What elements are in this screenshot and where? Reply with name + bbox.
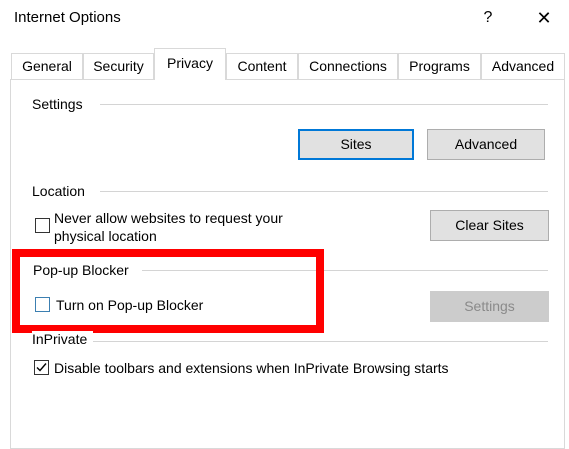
tab-security[interactable]: Security — [83, 53, 154, 79]
sites-button[interactable]: Sites — [298, 129, 414, 160]
close-button[interactable]: ✕ — [528, 4, 560, 32]
tab-general[interactable]: General — [11, 53, 83, 79]
tab-advanced[interactable]: Advanced — [481, 53, 565, 79]
inprivate-divider — [92, 341, 548, 342]
title-bar: Internet Options ? ✕ — [0, 0, 569, 36]
help-button[interactable]: ? — [473, 4, 503, 32]
settings-divider — [100, 104, 548, 105]
clear-sites-button[interactable]: Clear Sites — [430, 210, 549, 241]
never-allow-location-label-line2: physical location — [54, 228, 157, 244]
popup-settings-button[interactable]: Settings — [430, 291, 549, 322]
advanced-button[interactable]: Advanced — [427, 129, 545, 160]
location-header: Location — [32, 183, 91, 199]
location-divider — [100, 191, 548, 192]
checkmark-icon — [36, 363, 47, 372]
tab-connections[interactable]: Connections — [298, 53, 398, 79]
tab-content[interactable]: Content — [226, 53, 298, 79]
window-title: Internet Options — [14, 9, 121, 26]
never-allow-location-checkbox[interactable] — [35, 218, 50, 233]
never-allow-location-label-line1: Never allow websites to request your — [54, 210, 283, 226]
disable-toolbars-label: Disable toolbars and extensions when InP… — [54, 360, 449, 376]
inprivate-header: InPrivate — [32, 331, 94, 347]
tab-programs[interactable]: Programs — [398, 53, 481, 79]
disable-toolbars-checkbox[interactable] — [34, 360, 49, 375]
close-icon: ✕ — [536, 8, 552, 28]
settings-header: Settings — [32, 96, 89, 112]
highlight-box — [12, 249, 324, 333]
tab-privacy[interactable]: Privacy — [154, 48, 226, 80]
